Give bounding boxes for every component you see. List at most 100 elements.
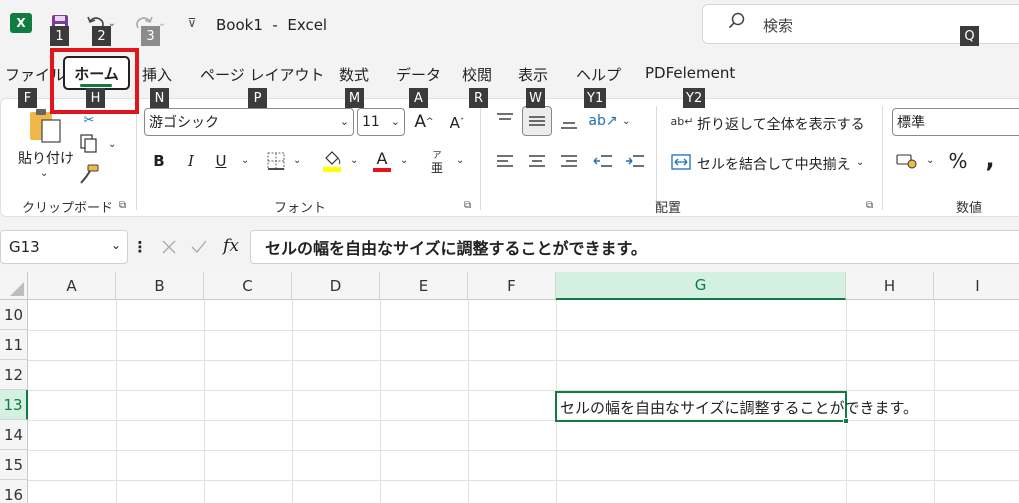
alignment-launcher-icon[interactable]: ⧉ bbox=[866, 200, 877, 211]
gridline bbox=[28, 330, 1019, 331]
group-separator bbox=[136, 106, 137, 210]
accounting-dropdown-icon[interactable]: ⌄ bbox=[926, 155, 934, 166]
increase-font-size-icon[interactable]: A ^ bbox=[412, 108, 436, 136]
group-separator bbox=[882, 106, 883, 210]
more-options-icon[interactable]: ⋮ bbox=[133, 238, 148, 256]
tab-formulas[interactable]: 数式 bbox=[339, 64, 369, 85]
borders-icon[interactable] bbox=[266, 150, 286, 172]
row-header[interactable]: 12 bbox=[0, 360, 28, 390]
copy-dropdown-icon[interactable]: ⌄ bbox=[108, 139, 116, 150]
borders-dropdown-icon[interactable]: ⌄ bbox=[293, 155, 301, 166]
align-center-icon[interactable] bbox=[526, 150, 548, 172]
gridline bbox=[28, 420, 1019, 421]
decrease-indent-icon[interactable] bbox=[592, 150, 614, 172]
cut-icon[interactable]: ✂ bbox=[80, 112, 98, 128]
phonetic-guide-icon[interactable]: ア 亜 bbox=[428, 148, 446, 176]
column-header[interactable]: C bbox=[204, 272, 292, 300]
fill-color-icon[interactable] bbox=[321, 148, 343, 174]
tab-page-layout[interactable]: ページ レイアウト bbox=[200, 64, 324, 85]
row-header[interactable]: 16 bbox=[0, 480, 28, 503]
name-box[interactable]: G13 ⌄ bbox=[0, 230, 128, 264]
align-bottom-icon[interactable] bbox=[558, 112, 580, 134]
tab-help[interactable]: ヘルプ bbox=[576, 64, 621, 85]
tab-view[interactable]: 表示 bbox=[518, 64, 548, 85]
column-header[interactable]: A bbox=[28, 272, 116, 300]
insert-function-button[interactable]: fx bbox=[218, 234, 244, 258]
align-left-icon[interactable] bbox=[494, 150, 516, 172]
search-icon bbox=[728, 12, 746, 30]
select-all-button[interactable] bbox=[0, 272, 28, 300]
fill-color-dropdown-icon[interactable]: ⌄ bbox=[350, 155, 358, 166]
font-name-combo[interactable]: 游ゴシック ⌄ bbox=[144, 108, 354, 136]
keytip-formulas: M bbox=[345, 88, 364, 108]
tab-review[interactable]: 校閲 bbox=[462, 64, 492, 85]
wrap-text-button[interactable]: 折り返して全体を表示する bbox=[697, 114, 865, 134]
row-header-selected[interactable]: 13 bbox=[0, 390, 28, 420]
chevron-down-icon: ⌄ bbox=[339, 115, 349, 128]
column-header[interactable]: H bbox=[846, 272, 934, 300]
comma-style-button[interactable]: , bbox=[982, 145, 998, 173]
keytip-help: Y1 bbox=[584, 88, 607, 108]
fill-handle[interactable] bbox=[843, 418, 849, 424]
percent-style-button[interactable]: % bbox=[946, 148, 970, 174]
orientation-icon[interactable]: ab↗ bbox=[588, 110, 617, 132]
increase-indent-icon[interactable] bbox=[624, 150, 646, 172]
phonetic-bottom: 亜 bbox=[430, 161, 443, 175]
group-separator bbox=[656, 106, 657, 210]
gridline bbox=[28, 480, 1019, 481]
confirm-entry-icon[interactable] bbox=[186, 236, 212, 258]
worksheet-grid[interactable] bbox=[0, 272, 1019, 503]
font-size-combo[interactable]: 11 ⌄ bbox=[357, 108, 405, 136]
chevron-down-icon: ⌄ bbox=[110, 238, 121, 252]
decrease-font-size-icon[interactable]: Aˇ bbox=[446, 110, 468, 136]
clipboard-launcher-icon[interactable]: ⧉ bbox=[119, 200, 130, 211]
column-header-selected[interactable]: G bbox=[556, 272, 846, 300]
number-format-combo[interactable]: 標準 bbox=[892, 108, 1019, 136]
accounting-format-icon[interactable] bbox=[896, 150, 918, 172]
format-painter-icon[interactable] bbox=[78, 164, 100, 184]
font-name-value: 游ゴシック bbox=[149, 115, 219, 131]
font-group-label: フォント bbox=[274, 201, 327, 216]
formula-input[interactable]: セルの幅を自由なサイズに調整することができます。 bbox=[250, 230, 1019, 264]
underline-button[interactable]: U bbox=[212, 150, 230, 172]
keytip-insert: N bbox=[150, 88, 169, 108]
copy-icon[interactable] bbox=[78, 134, 100, 154]
customize-qat-icon[interactable]: ⊽ bbox=[182, 12, 202, 34]
cancel-entry-icon[interactable] bbox=[156, 236, 182, 258]
wrap-text-icon[interactable]: ab↵ bbox=[671, 110, 694, 132]
column-header[interactable]: D bbox=[292, 272, 380, 300]
row-header[interactable]: 15 bbox=[0, 450, 28, 480]
orientation-dropdown-icon[interactable]: ⌄ bbox=[622, 116, 630, 127]
underline-dropdown-icon[interactable]: ⌄ bbox=[241, 155, 249, 166]
keytip-file: F bbox=[18, 88, 37, 108]
column-header[interactable]: B bbox=[116, 272, 204, 300]
font-launcher-icon[interactable]: ⧉ bbox=[464, 200, 475, 211]
number-group-label: 数値 bbox=[956, 201, 983, 216]
row-header[interactable]: 14 bbox=[0, 420, 28, 450]
merge-center-icon[interactable] bbox=[670, 152, 692, 172]
tab-insert[interactable]: 挿入 bbox=[142, 64, 172, 85]
paste-label[interactable]: 貼り付け bbox=[18, 148, 74, 168]
clipboard-group-label: クリップボード bbox=[22, 201, 114, 216]
phonetic-dropdown-icon[interactable]: ⌄ bbox=[456, 155, 464, 166]
row-header[interactable]: 11 bbox=[0, 330, 28, 360]
font-color-icon[interactable]: A bbox=[371, 148, 393, 174]
italic-button[interactable]: I bbox=[182, 150, 200, 172]
merge-dropdown-icon[interactable]: ⌄ bbox=[856, 157, 864, 168]
merge-center-button[interactable]: セルを結合して中央揃え bbox=[697, 154, 851, 174]
align-middle-icon[interactable] bbox=[522, 106, 552, 136]
row-header[interactable]: 10 bbox=[0, 300, 28, 330]
document-title: Book1 - Excel bbox=[216, 16, 328, 34]
tab-pdfelement[interactable]: PDFelement bbox=[645, 64, 735, 82]
align-top-icon[interactable] bbox=[494, 108, 516, 130]
column-header[interactable]: E bbox=[380, 272, 468, 300]
font-color-dropdown-icon[interactable]: ⌄ bbox=[400, 155, 408, 166]
keytip-save: 1 bbox=[50, 26, 69, 46]
tab-data[interactable]: データ bbox=[396, 64, 441, 85]
excel-logo: X bbox=[10, 13, 32, 33]
column-header[interactable]: I bbox=[934, 272, 1019, 300]
align-right-icon[interactable] bbox=[558, 150, 580, 172]
bold-button[interactable]: B bbox=[150, 150, 168, 172]
column-header[interactable]: F bbox=[468, 272, 556, 300]
paste-dropdown-icon[interactable]: ⌄ bbox=[40, 168, 48, 179]
